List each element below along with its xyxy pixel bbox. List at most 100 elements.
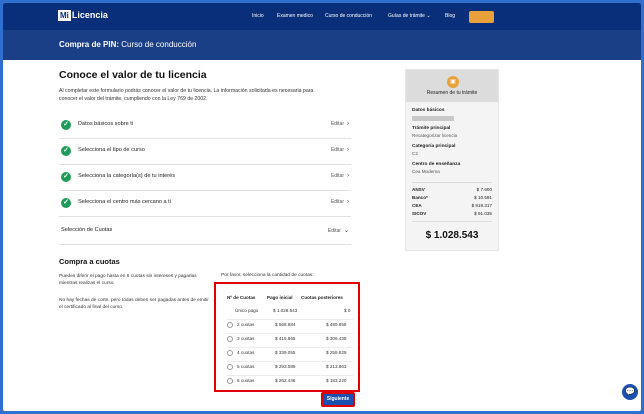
edit-label: Editar	[330, 199, 344, 205]
nav-links: Inicio Examen medico Curso de conducción…	[3, 13, 641, 23]
step-label: Selección de Cuotas	[61, 227, 113, 233]
radio-button[interactable]	[227, 364, 233, 370]
cuota-row[interactable]: 5 cuotas $ 293.089 $ 213.863	[227, 363, 355, 373]
nav-link-inicio[interactable]: Inicio	[252, 13, 264, 19]
summary-value-categoria: C2	[412, 151, 418, 156]
edit-label: Editar	[330, 121, 344, 127]
cuota-option: 4 cuotas	[237, 350, 255, 355]
row-divider	[227, 319, 353, 320]
edit-label: Editar	[327, 228, 341, 234]
step-label: Selecciona el centro más cercano a ti	[78, 199, 171, 205]
chat-bubble-icon[interactable]: 💬	[622, 384, 638, 400]
banner-title-rest: Curso de conducción	[119, 40, 197, 49]
row-divider	[227, 361, 353, 362]
row-divider	[227, 347, 353, 348]
fee-name: CEA	[412, 203, 422, 208]
cuotas-note-1: Puedes diferir el pago hasta en 6 cuotas…	[59, 274, 197, 286]
radio-button[interactable]	[227, 378, 233, 384]
radio-button[interactable]	[227, 350, 233, 356]
step-cuotas[interactable]: Selección de Cuotas Editar ⌄	[59, 219, 351, 245]
nav-link-curso-conduccion[interactable]: Curso de conducción	[325, 13, 372, 19]
cuotas-posteriores: $ 213.863	[326, 364, 347, 369]
siguiente-button[interactable]: Siguiente	[321, 392, 355, 407]
browser-page: Mi Licencia Inicio Examen medico Curso d…	[3, 3, 641, 411]
summary-total: $ 1.028.543	[425, 230, 479, 241]
summary-divider	[412, 182, 492, 183]
pago-inicial: $ 262.446	[275, 378, 296, 383]
edit-label: Editar	[330, 147, 344, 153]
pago-inicial: $ 293.089	[275, 364, 296, 369]
edit-link[interactable]: Editar ⌄	[328, 227, 349, 234]
cuota-row[interactable]: 3 cuotas $ 415.665 $ 306.439	[227, 335, 355, 345]
fee-row: CEA $ 919.317	[412, 203, 492, 210]
chevron-right-icon: ›	[347, 199, 349, 205]
summary-value-tramite: Recategorizar licencia	[412, 133, 458, 138]
pago-inicial: $ 1.028.543	[273, 308, 298, 313]
step-label: Selecciona el tipo de curso	[78, 147, 145, 153]
banner-title: Compra de PIN: Curso de conducción	[59, 40, 196, 49]
page-title: Conoce el valor de tu licencia	[59, 69, 207, 81]
fee-row: Banco* $ 10.591	[412, 195, 492, 202]
fee-value: $ 919.317	[471, 203, 492, 208]
cuota-row[interactable]: 4 cuotas $ 339.055 $ 259.829	[227, 349, 355, 359]
check-icon: ✓	[61, 120, 71, 130]
summary-title: Resumen de tu trámite	[426, 90, 478, 96]
cuota-row[interactable]: Único pago $ 1.028.543 $ 0	[227, 307, 355, 317]
cuotas-posteriores: $ 306.439	[326, 336, 347, 341]
step-label: Selecciona la categoría(s) de tu interés	[78, 173, 176, 179]
summary-panel: ▣ Resumen de tu trámite Datos básicos Tr…	[405, 69, 499, 251]
summary-label-tramite: Trámite principal	[412, 126, 451, 131]
pago-inicial: $ 415.665	[275, 336, 296, 341]
top-navbar: Mi Licencia Inicio Examen medico Curso d…	[3, 3, 641, 30]
cuotas-posteriores: $ 259.829	[326, 350, 347, 355]
cuota-option: 2 cuotas	[237, 322, 255, 327]
nav-link-blog[interactable]: Blog	[445, 13, 455, 19]
fee-value: $ 91.035	[474, 211, 492, 216]
pago-inicial: $ 339.055	[275, 350, 296, 355]
check-icon: ✓	[61, 146, 71, 156]
radio-button[interactable]	[227, 322, 233, 328]
check-icon: ✓	[61, 172, 71, 182]
step-categoria[interactable]: ✓ Selecciona la categoría(s) de tu inter…	[59, 165, 351, 191]
nav-link-guias-tramite[interactable]: Guías de trámite ⌄	[388, 13, 431, 19]
chevron-down-icon: ⌄	[426, 13, 431, 19]
cuotas-note-2: No hay fechas de corte, pero todas deben…	[59, 298, 209, 310]
chevron-down-icon: ⌄	[343, 228, 349, 234]
step-centro[interactable]: ✓ Selecciona el centro más cercano a ti …	[59, 191, 351, 217]
chevron-right-icon: ›	[347, 147, 349, 153]
nav-link-guias-label: Guías de trámite	[388, 13, 425, 19]
fee-value: $ 10.591	[474, 195, 492, 200]
step-label: Datos básicos sobre ti	[78, 121, 134, 127]
cuota-row[interactable]: 2 cuotas $ 568.884 $ 489.658	[227, 321, 355, 331]
cuota-option: 3 cuotas	[237, 336, 255, 341]
fee-name: ANSV	[412, 187, 425, 192]
intro-text: Al completar este formulario podrás cono…	[59, 88, 314, 102]
page-banner: Compra de PIN: Curso de conducción	[3, 30, 641, 60]
step-datos-basicos[interactable]: ✓ Datos básicos sobre ti Editar ›	[59, 113, 351, 139]
fee-row: SICOV $ 91.035	[412, 211, 492, 218]
edit-link[interactable]: Editar ›	[331, 173, 349, 179]
cuotas-posteriores: $ 0	[344, 308, 351, 313]
fee-value: $ 7.600	[476, 187, 492, 192]
fee-row: ANSV $ 7.600	[412, 187, 492, 194]
cuota-option: 5 cuotas	[237, 364, 255, 369]
nav-link-examen-medico[interactable]: Examen medico	[277, 13, 313, 19]
cuotas-posteriores: $ 183.220	[326, 378, 347, 383]
summary-label-centro: Centro de enseñanza	[412, 162, 461, 167]
summary-divider	[412, 221, 492, 222]
edit-link[interactable]: Editar ›	[331, 121, 349, 127]
step-tipo-curso[interactable]: ✓ Selecciona el tipo de curso Editar ›	[59, 139, 351, 165]
cuotas-select-hint: Por favor, selecciona la cantidad de cuo…	[221, 273, 314, 278]
radio-button[interactable]	[227, 336, 233, 342]
summary-value-centro: Cea Moderna	[412, 169, 440, 174]
summary-label-datos: Datos básicos	[412, 108, 445, 113]
fee-name: Banco*	[412, 195, 428, 200]
edit-link[interactable]: Editar ›	[331, 199, 349, 205]
nav-cta-button[interactable]	[469, 11, 494, 23]
edit-link[interactable]: Editar ›	[331, 147, 349, 153]
cuota-row[interactable]: 6 cuotas $ 262.446 $ 183.220	[227, 377, 355, 387]
redacted-value	[412, 116, 454, 121]
fee-name: SICOV	[412, 211, 427, 216]
banner-title-bold: Compra de PIN:	[59, 40, 120, 49]
edit-label: Editar	[330, 173, 344, 179]
